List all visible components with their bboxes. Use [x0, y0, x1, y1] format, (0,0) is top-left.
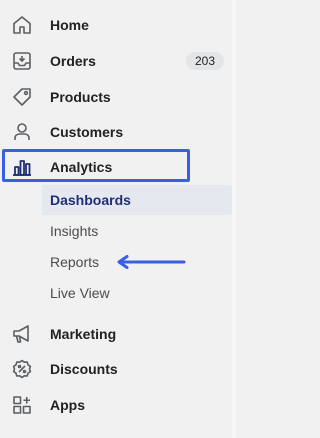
person-icon	[11, 121, 33, 143]
sidebar-item-customers[interactable]: Customers	[0, 116, 232, 148]
orders-count-badge: 203	[185, 52, 224, 70]
sidebar-item-home[interactable]: Home	[0, 9, 232, 41]
sidebar-item-label: Orders	[50, 53, 96, 69]
bar-chart-icon	[11, 156, 33, 178]
sidebar-item-label: Marketing	[50, 326, 117, 342]
sidebar-edge	[232, 0, 236, 438]
home-icon	[11, 14, 33, 36]
sidebar-item-discounts[interactable]: Discounts	[0, 353, 232, 385]
sidebar-item-apps[interactable]: Apps	[0, 389, 232, 421]
apps-icon	[11, 394, 33, 416]
sidebar-subitem-live-view[interactable]: Live View	[42, 278, 232, 308]
sidebar-subitem-insights[interactable]: Insights	[42, 216, 232, 246]
orders-icon	[11, 50, 33, 72]
discount-icon	[11, 358, 33, 380]
sidebar-item-label: Home	[50, 17, 89, 33]
tag-icon	[11, 86, 33, 108]
sidebar-nav: Home Orders 203 Products Customers Analy…	[0, 0, 236, 438]
megaphone-icon	[11, 323, 33, 345]
sidebar-subitem-dashboards[interactable]: Dashboards	[42, 185, 232, 215]
sidebar-item-label: Discounts	[50, 361, 118, 377]
sidebar-item-marketing[interactable]: Marketing	[0, 318, 232, 350]
sidebar-item-products[interactable]: Products	[0, 81, 232, 113]
sidebar-item-analytics[interactable]: Analytics	[0, 151, 232, 183]
sidebar-item-label: Products	[50, 89, 111, 105]
sidebar-item-orders[interactable]: Orders 203	[0, 45, 232, 77]
sidebar-item-label: Analytics	[50, 159, 113, 175]
sidebar-item-label: Customers	[50, 124, 124, 140]
sidebar-item-label: Apps	[50, 397, 85, 413]
left-arrow-icon	[117, 255, 186, 269]
